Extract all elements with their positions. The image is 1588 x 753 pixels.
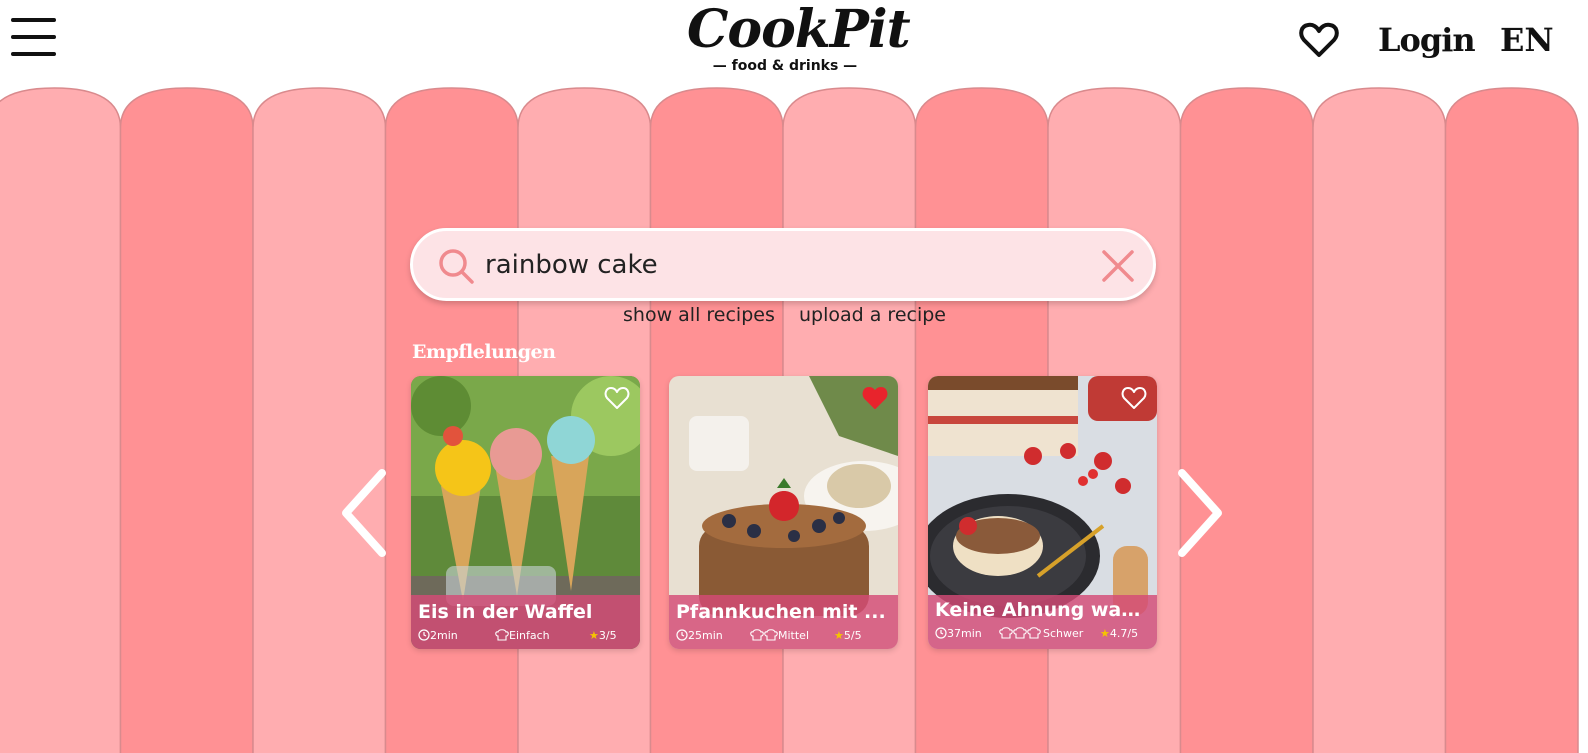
- rating-value: 5/5: [843, 629, 862, 642]
- login-button[interactable]: Login: [1378, 18, 1476, 62]
- recipe-card[interactable]: Keine Ahnung was ... 37min Schwer ★4.7/5: [928, 376, 1157, 649]
- recipe-meta: 2min Einfach ★3/5: [418, 629, 634, 645]
- chef-hat-icon: [750, 629, 778, 641]
- difficulty: Schwer: [999, 627, 1083, 640]
- cook-time-value: 2min: [430, 629, 458, 642]
- language-selector[interactable]: EN: [1500, 18, 1554, 62]
- rating-value: 4.7/5: [1109, 627, 1139, 640]
- cook-time: 25min: [676, 629, 723, 642]
- site-logo[interactable]: CookPit — food & drinks —: [687, 0, 911, 80]
- clock-icon: [935, 627, 947, 639]
- star-icon: ★: [1100, 627, 1110, 640]
- hamburger-menu-icon[interactable]: [11, 16, 56, 58]
- recipe-card[interactable]: Eis in der Waffel 2min Einfach ★3/5: [411, 376, 640, 649]
- search-icon[interactable]: [437, 247, 475, 285]
- star-icon: ★: [589, 629, 599, 642]
- logo-title: CookPit: [687, 0, 911, 60]
- rating: ★3/5: [589, 629, 617, 642]
- top-header: CookPit — food & drinks — Login EN: [0, 0, 1588, 86]
- recipe-title: Keine Ahnung was ...: [935, 599, 1151, 621]
- clock-icon: [418, 629, 430, 641]
- search-input[interactable]: [485, 241, 1085, 289]
- recipe-meta: 25min Mittel ★5/5: [676, 629, 892, 645]
- carousel-next-chevron-icon[interactable]: [1176, 467, 1224, 559]
- rating-value: 3/5: [598, 629, 617, 642]
- cook-time: 2min: [418, 629, 458, 642]
- difficulty-value: Mittel: [778, 629, 809, 642]
- rating: ★5/5: [834, 629, 862, 642]
- rating: ★4.7/5: [1100, 627, 1138, 640]
- heart-icon[interactable]: [1121, 386, 1147, 410]
- recommendations-heading: Empflelungen: [412, 341, 556, 363]
- favorites-heart-icon[interactable]: [1297, 18, 1341, 62]
- star-icon: ★: [834, 629, 844, 642]
- recipe-title: Eis in der Waffel: [418, 601, 593, 623]
- card-footer: Eis in der Waffel 2min Einfach ★3/5: [411, 595, 640, 649]
- chef-hat-icon: [999, 627, 1041, 639]
- difficulty: Mittel: [750, 629, 809, 642]
- show-all-recipes-link[interactable]: show all recipes: [623, 304, 775, 326]
- difficulty-value: Einfach: [509, 629, 550, 642]
- search-bar: [410, 228, 1156, 301]
- chef-hat-icon: [495, 629, 509, 641]
- upload-recipe-link[interactable]: upload a recipe: [799, 304, 946, 326]
- close-icon[interactable]: [1101, 249, 1135, 283]
- recipe-meta: 37min Schwer ★4.7/5: [935, 627, 1151, 643]
- cook-time: 37min: [935, 627, 982, 640]
- cook-time-value: 37min: [947, 627, 982, 640]
- logo-subtitle: — food & drinks —: [712, 58, 858, 74]
- carousel-prev-chevron-icon[interactable]: [340, 467, 388, 559]
- heart-icon[interactable]: [862, 386, 888, 410]
- difficulty-value: Schwer: [1043, 627, 1084, 640]
- recipe-title: Pfannkuchen mit ...: [676, 601, 886, 623]
- heart-icon[interactable]: [604, 386, 630, 410]
- card-footer: Pfannkuchen mit ... 25min Mittel ★5/5: [669, 595, 898, 649]
- difficulty: Einfach: [495, 629, 550, 642]
- card-footer: Keine Ahnung was ... 37min Schwer ★4.7/5: [928, 595, 1157, 649]
- clock-icon: [676, 629, 688, 641]
- recipe-card[interactable]: Pfannkuchen mit ... 25min Mittel ★5/5: [669, 376, 898, 649]
- cook-time-value: 25min: [688, 629, 723, 642]
